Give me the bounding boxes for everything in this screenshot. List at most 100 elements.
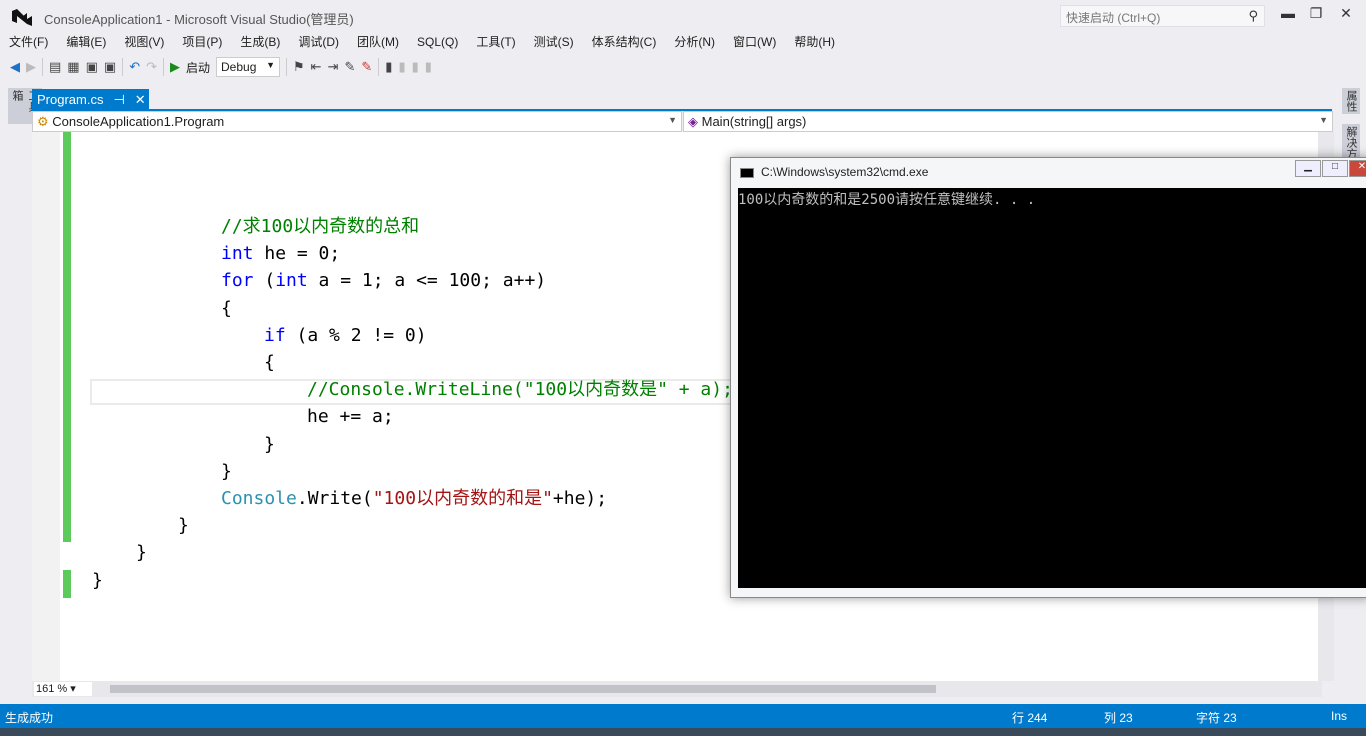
start-button[interactable]: 启动 [186,59,210,76]
cmd-minimize-button[interactable]: ▁ [1295,160,1321,177]
start-icon[interactable]: ▶ [170,59,180,75]
member-name: Main(string[] args) [701,114,807,129]
menu-item[interactable]: 项目(P) [173,33,231,51]
configuration-value: Debug [221,60,257,74]
code-token: if [264,324,286,346]
back-icon[interactable]: ◀ [10,59,20,75]
menu-item[interactable]: 分析(N) [665,33,724,51]
code-token: "100以内奇数的和是" [372,488,553,509]
code-line: } [264,432,275,458]
menu-item[interactable]: 窗口(W) [724,33,785,51]
code-token: Console [221,488,297,509]
redo-icon[interactable]: ↷ [146,59,157,75]
save-icon[interactable]: ▣ [86,59,98,75]
class-icon: ⚙ [37,114,49,129]
menu-item[interactable]: 生成(B) [231,33,289,51]
menu-item[interactable]: 文件(F) [0,33,57,51]
zoom-select[interactable]: 161 % ▾ [34,682,92,696]
class-name: ConsoleApplication1.Program [52,114,225,129]
cmd-window[interactable]: C:\Windows\system32\cmd.exe ▁ □ ✕ 100以内奇… [730,157,1366,598]
code-token: he = 0; [253,243,341,265]
editor-margin [32,132,60,681]
status-col: 列 23 [1104,711,1133,725]
visual-studio-logo-icon [12,9,32,26]
cmd-close-button[interactable]: ✕ [1349,160,1366,177]
solution-explorer-tab[interactable]: 解决方 [1342,124,1360,161]
minimize-button[interactable]: ▬ [1274,5,1302,21]
left-tool-strip: 工具箱 [0,84,42,704]
chevron-down-icon: ▼ [668,115,677,125]
taskbar [0,728,1366,736]
status-message: 生成成功 [5,711,54,725]
open-file-icon[interactable]: ▦ [67,59,79,75]
zoom-value: 161 % [36,683,68,695]
quick-launch-input[interactable]: 快速启动 (Ctrl+Q) ⚲ [1060,5,1265,27]
code-token: } [264,433,275,455]
menu-item[interactable]: 编辑(E) [57,33,115,51]
code-line: { [221,296,232,322]
new-project-icon[interactable]: ▤ [49,59,61,75]
menu-item[interactable]: SQL(Q) [408,33,467,51]
code-token: { [264,352,275,373]
code-line: if (a % 2 != 0) [264,323,427,349]
cmd-output: 100以内奇数的和是2500请按任意键继续. . . [738,192,1036,208]
close-tab-icon[interactable]: ✕ [135,92,146,107]
menu-item[interactable]: 体系结构(C) [583,33,666,51]
undo-icon[interactable]: ↶ [129,59,140,75]
cmd-console: 100以内奇数的和是2500请按任意键继续. . . [738,188,1366,588]
comment-icon[interactable]: ✎ [344,59,355,75]
tab-label: Program.cs [37,92,104,107]
code-token: a = 1; a <= 100; a++) [307,270,547,292]
clear-bookmarks-icon[interactable]: ▮ [425,59,432,75]
member-dropdown[interactable]: ◈ Main(string[] args) ▼ [683,111,1333,132]
outdent-icon[interactable]: ⇥ [328,59,339,75]
prev-bookmark-icon[interactable]: ▮ [398,59,405,75]
separator [378,58,380,76]
status-line: 行 244 [1012,711,1048,725]
menu-item[interactable]: 视图(V) [115,33,173,51]
chevron-down-icon: ▼ [266,60,276,70]
forward-icon[interactable]: ▶ [26,59,36,75]
code-line: } [92,568,103,594]
uncomment-icon[interactable]: ✎ [361,59,372,75]
tab-program-cs[interactable]: Program.cs ⊣ ✕ [32,89,149,110]
next-bookmark-icon[interactable]: ▮ [412,59,419,75]
close-button[interactable]: ✕ [1332,5,1360,22]
class-dropdown[interactable]: ⚙ ConsoleApplication1.Program ▼ [32,111,682,132]
menu-item[interactable]: 工具(T) [467,33,524,51]
code-token: } [136,542,147,564]
save-all-icon[interactable]: ▣ [104,59,116,75]
code-token: } [221,460,232,482]
cmd-icon [740,168,754,178]
code-token: +he); [552,488,608,509]
cmd-maximize-button[interactable]: □ [1322,160,1348,177]
separator [286,58,288,76]
code-token: for [221,270,254,292]
pin-icon[interactable]: ⊣ [113,92,124,107]
menu-item[interactable]: 测试(S) [525,33,583,51]
code-line: Console.Write("100以内奇数的和是"+he); [221,486,607,512]
separator [42,58,43,76]
code-line: he += a; [307,404,394,430]
indent-icon[interactable]: ⇤ [311,59,322,75]
restore-button[interactable]: ❐ [1302,5,1330,22]
chevron-down-icon: ▼ [1319,115,1328,125]
menu-item[interactable]: 调试(D) [289,33,348,51]
properties-tab[interactable]: 属性 [1342,88,1360,114]
horizontal-scroll-thumb[interactable] [110,685,936,693]
status-mode: Ins [1331,709,1348,723]
code-line: } [178,513,189,539]
code-line: } [136,540,147,566]
code-token: he += a; [307,406,394,428]
code-token: { [221,297,232,319]
separator [122,58,124,76]
configuration-select[interactable]: Debug ▼ [216,57,281,77]
change-indicator [63,570,71,598]
bookmark-icon[interactable]: ▮ [385,59,392,75]
find-icon[interactable]: ⚑ [293,59,305,75]
code-token: } [92,569,103,591]
menu-item[interactable]: 团队(M) [348,33,408,51]
menu-item[interactable]: 帮助(H) [785,33,844,51]
code-line: { [264,350,275,376]
code-line: //求100以内奇数的总和 [221,214,419,240]
